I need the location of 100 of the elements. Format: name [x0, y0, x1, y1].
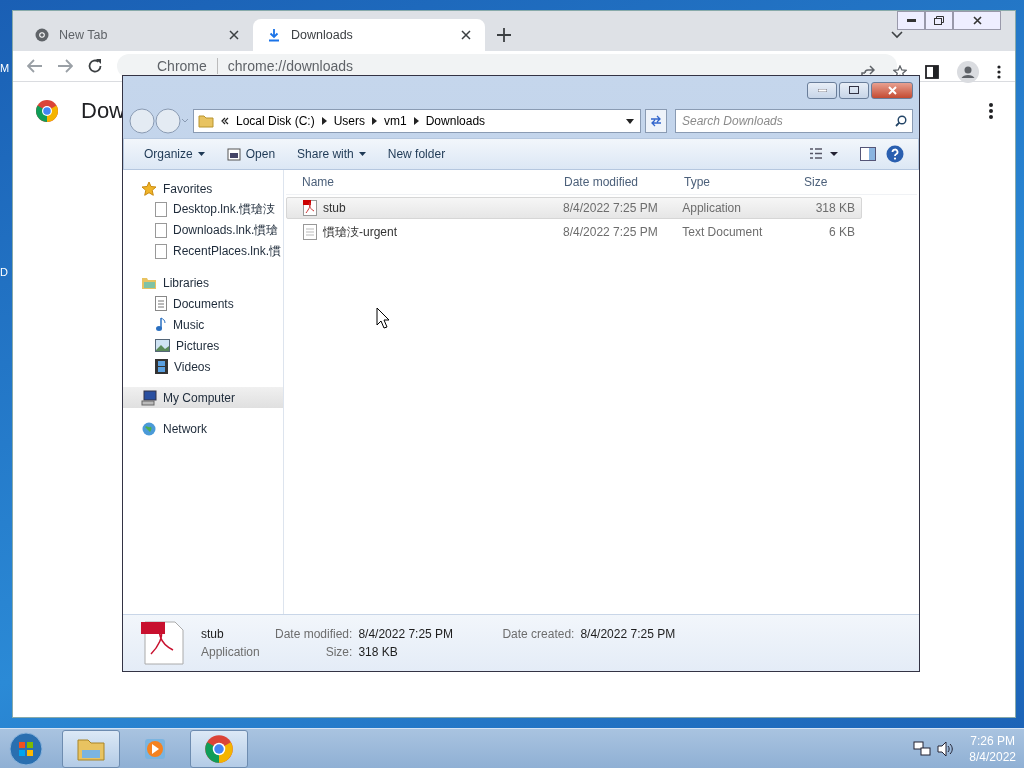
restore-icon	[934, 16, 944, 25]
refresh-icon	[650, 115, 662, 127]
forward-arrow-icon[interactable]	[57, 59, 73, 73]
nav-item[interactable]: Libraries	[123, 272, 283, 293]
back-arrow-icon[interactable]	[27, 59, 43, 73]
detail-label: Date modified:	[275, 627, 353, 641]
address-bar[interactable]: Local Disk (C:) Users vm1 Downloads	[193, 109, 641, 133]
picture-icon	[155, 339, 170, 352]
desktop-icon-label[interactable]: D	[0, 266, 8, 278]
breadcrumb-item[interactable]: Local Disk (C:)	[236, 114, 315, 128]
file-row[interactable]: stub 8/4/2022 7:25 PM Application 318 KB	[286, 197, 862, 219]
breadcrumb-item[interactable]: vm1	[384, 114, 407, 128]
column-header[interactable]: Type	[668, 175, 788, 189]
column-header[interactable]: Size	[788, 175, 864, 189]
minimize-button[interactable]	[897, 11, 925, 30]
profile-avatar-icon[interactable]	[957, 61, 979, 83]
film-icon	[155, 359, 168, 374]
chevron-down-icon[interactable]	[891, 31, 903, 39]
new-tab-icon[interactable]	[497, 28, 511, 42]
caret-down-icon	[197, 152, 205, 156]
file-icon	[155, 244, 167, 259]
nav-item[interactable]: Downloads.lnk.慣瑲	[123, 220, 283, 241]
restore-button[interactable]	[925, 11, 953, 30]
help-icon[interactable]	[886, 145, 904, 163]
chevron-right-icon[interactable]	[372, 117, 378, 125]
taskbar-app[interactable]	[190, 729, 248, 768]
globe-icon	[141, 420, 157, 437]
start-button[interactable]	[8, 730, 44, 767]
detail-value: 8/4/2022 7:25 PM	[580, 627, 676, 641]
browser-tab[interactable]: New Tab	[21, 19, 253, 51]
refresh-button[interactable]	[645, 109, 667, 133]
nav-item[interactable]: RecentPlaces.lnk.慣	[123, 241, 283, 262]
detail-label: Date created:	[502, 627, 575, 641]
file-icon	[155, 202, 167, 217]
maximize-button[interactable]	[839, 81, 869, 99]
chrome-logo-icon	[204, 733, 234, 764]
chevron-right-icon[interactable]	[413, 117, 419, 125]
download-icon	[267, 28, 281, 42]
network-icon[interactable]	[913, 740, 932, 757]
browser-tab[interactable]: Downloads	[253, 19, 485, 51]
minimize-icon	[906, 18, 916, 23]
toolbar-button[interactable]: Share with	[291, 145, 372, 163]
document-icon	[155, 296, 167, 311]
more-options-icon[interactable]	[989, 103, 993, 119]
detail-label: Size:	[324, 645, 353, 659]
double-chevron-left-icon[interactable]	[221, 117, 229, 125]
pdf-file-icon	[141, 620, 187, 666]
computer-icon	[141, 389, 157, 406]
list-view-icon	[810, 148, 838, 160]
nav-item[interactable]: Favorites	[123, 178, 283, 199]
close-icon[interactable]	[229, 30, 239, 40]
toolbar-button[interactable]: Organize	[138, 145, 211, 163]
search-field[interactable]: Search Downloads	[675, 109, 913, 133]
pdf-file-icon	[303, 200, 317, 216]
nav-item[interactable]: Music	[123, 314, 283, 335]
music-note-icon	[155, 317, 167, 332]
preview-pane-icon[interactable]	[860, 147, 876, 161]
nav-item[interactable]: Pictures	[123, 335, 283, 356]
volume-icon[interactable]	[937, 740, 954, 757]
reload-icon[interactable]	[87, 58, 103, 74]
dropdown-arrow-icon[interactable]	[626, 118, 634, 124]
file-name: 慣瑲汥-urgent	[323, 223, 398, 241]
file-row[interactable]: 慣瑲汥-urgent 8/4/2022 7:25 PM Text Document 6 KB	[286, 221, 862, 243]
breadcrumb-item[interactable]: Users	[333, 114, 366, 128]
text-file-icon	[303, 224, 317, 240]
detail-value: 8/4/2022 7:25 PM	[358, 627, 455, 641]
close-icon[interactable]	[461, 30, 471, 40]
taskbar-app[interactable]	[62, 729, 120, 768]
toolbar-button[interactable]: New folder	[381, 145, 452, 163]
star-icon	[141, 180, 157, 197]
file-name: stub	[323, 201, 346, 215]
side-panel-icon[interactable]	[925, 65, 939, 79]
chevron-right-icon[interactable]	[321, 117, 327, 125]
detail-value: 318 KB	[358, 645, 399, 659]
file-icon	[155, 223, 167, 238]
close-button[interactable]	[953, 11, 1001, 30]
menu-icon[interactable]	[997, 65, 1001, 79]
folder-icon	[198, 114, 214, 128]
file-type: Application	[201, 645, 261, 659]
close-icon	[972, 16, 982, 25]
maximize-icon	[849, 86, 859, 94]
breadcrumb-item[interactable]: Downloads	[425, 114, 486, 128]
desktop-icon-label[interactable]: M	[0, 62, 10, 74]
chrome-logo-icon	[35, 99, 59, 123]
column-header[interactable]: Name	[286, 175, 548, 189]
nav-item[interactable]: My Computer	[123, 387, 283, 408]
nav-item[interactable]: Network	[123, 418, 283, 439]
address-bar[interactable]: Chrome chrome://downloads	[117, 54, 897, 78]
close-button[interactable]	[871, 81, 913, 99]
caret-down-icon	[358, 152, 366, 156]
toolbar-button[interactable]: Open	[220, 145, 282, 163]
nav-item[interactable]: Documents	[123, 293, 283, 314]
close-icon	[887, 85, 897, 95]
column-header[interactable]: Date modified	[548, 175, 668, 189]
minimize-icon	[817, 88, 827, 92]
nav-item[interactable]: Desktop.lnk.慣瑲汥	[123, 199, 283, 220]
nav-item[interactable]: Videos	[123, 356, 283, 377]
mouse-cursor-icon	[376, 307, 390, 329]
window-icon	[226, 147, 241, 161]
chrome-icon	[35, 28, 49, 42]
